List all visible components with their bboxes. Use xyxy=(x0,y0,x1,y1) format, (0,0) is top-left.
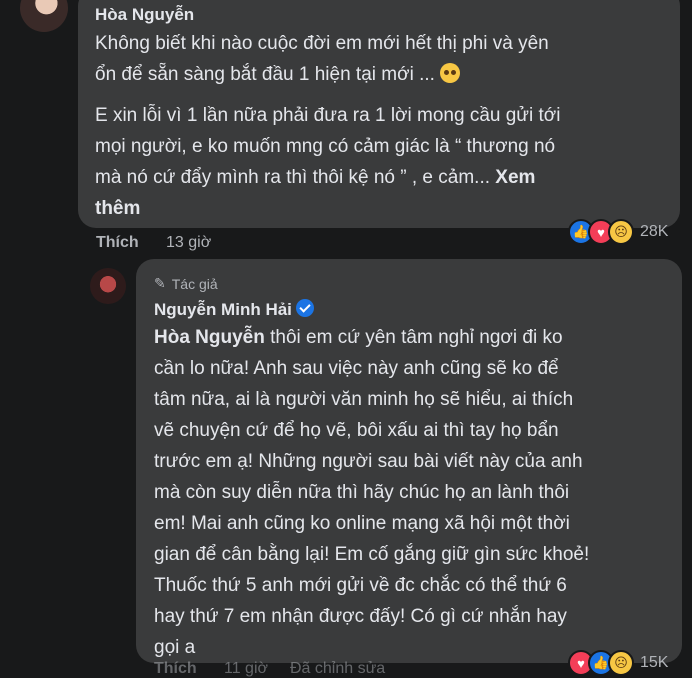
comment-line: E xin lỗi vì 1 lần nữa phải đưa ra 1 lời… xyxy=(95,105,561,126)
reply-reaction-summary[interactable]: ♥ 👍 ☹ 15K xyxy=(568,650,668,676)
comment-author-name[interactable]: Hòa Nguyễn xyxy=(95,5,194,25)
pleading-face-emoji-icon xyxy=(440,63,461,83)
reply-timestamp[interactable]: 11 giờ xyxy=(224,660,268,678)
comment-line: mà nó cứ đẩy mình ra thì thôi kệ nó ” , … xyxy=(95,167,491,188)
reply-line: em! Mai anh cũng ko online mạng xã hội m… xyxy=(154,513,570,534)
reply-line: mà còn suy diễn nữa thì hãy chúc họ an l… xyxy=(154,482,570,503)
comment-line: Không biết khi nào cuộc đời em mới hết t… xyxy=(95,33,549,54)
see-more-link-cont[interactable]: thêm xyxy=(95,198,140,219)
reply-line: tâm nữa, ai là người văn minh họ sẽ hiểu… xyxy=(154,389,574,410)
reply-text: Hòa Nguyễn thôi em cứ yên tâm nghỉ ngơi … xyxy=(154,322,678,663)
commenter-avatar[interactable] xyxy=(20,0,68,32)
verified-badge-icon xyxy=(295,299,314,317)
reply-like-link[interactable]: Thích xyxy=(154,660,197,678)
reply-line: hay thứ 7 em nhận được đấy! Có gì cứ nhắ… xyxy=(154,606,567,627)
edited-label: Đã chỉnh sửa xyxy=(290,660,386,677)
mention-link[interactable]: Hòa Nguyễn xyxy=(154,327,265,348)
like-link[interactable]: Thích xyxy=(96,234,139,252)
reply-bubble: ✎ Tác giả Nguyễn Minh Hải Hòa Nguyễn thô… xyxy=(136,259,682,663)
reaction-count: 15K xyxy=(640,654,669,671)
comment-timestamp[interactable]: 13 giờ xyxy=(166,234,211,252)
reply-author-name[interactable]: Nguyễn Minh Hải xyxy=(154,299,314,320)
comment-line: mọi người, e ko muốn mng có cảm giác là … xyxy=(95,136,556,157)
sad-reaction-icon: ☹ xyxy=(608,650,634,676)
reply-line: thôi em cứ yên tâm nghỉ ngơi đi ko xyxy=(264,327,563,348)
comment-text: Không biết khi nào cuộc đời em mới hết t… xyxy=(95,28,675,224)
reply-author-label[interactable]: Nguyễn Minh Hải xyxy=(154,300,292,319)
reply-line: Thuốc thứ 5 anh mới gửi về đc chắc có th… xyxy=(154,575,567,596)
sad-reaction-icon: ☹ xyxy=(608,219,634,245)
author-tag-label: Tác giả xyxy=(171,275,218,292)
pen-icon: ✎ xyxy=(154,275,166,291)
see-more-link[interactable]: Xem xyxy=(495,167,535,188)
reply-line: trước em ạ! Những người sau bài viết này… xyxy=(154,451,583,472)
comment-line: ổn để sẵn sàng bắt đầu 1 hiện tại mới ..… xyxy=(95,64,435,85)
reply-author-avatar[interactable] xyxy=(90,268,126,304)
reaction-count: 28K xyxy=(640,223,669,240)
reply-line: gian để cân bằng lại! Em cố gắng giữ gìn… xyxy=(154,544,590,565)
author-badge: ✎ Tác giả xyxy=(154,275,218,292)
reply-line: vẽ chuyện cứ để họ vẽ, bôi xấu ai thì ta… xyxy=(154,420,559,441)
reaction-summary[interactable]: 👍 ♥ ☹ 28K xyxy=(568,219,668,245)
comment-bubble: Hòa Nguyễn Không biết khi nào cuộc đời e… xyxy=(78,0,680,228)
reply-line: cần lo nữa! Anh sau việc này anh cũng sẽ… xyxy=(154,358,559,379)
